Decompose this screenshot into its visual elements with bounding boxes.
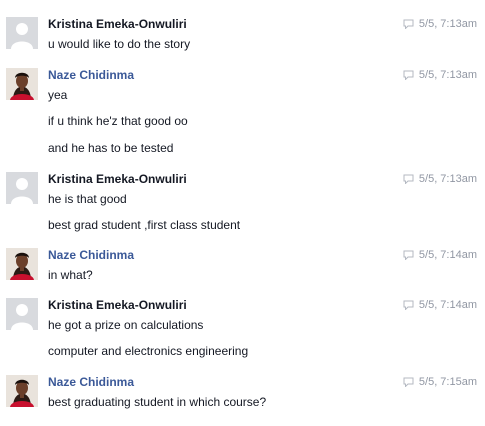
default-avatar-icon[interactable]: [6, 298, 38, 330]
message-text: computer and electronics engineering: [48, 344, 249, 358]
chat-bubble-icon: [403, 70, 414, 80]
timestamp-text: 5/5, 7:15am: [418, 376, 477, 388]
message-timestamp: 5/5, 7:15am: [403, 375, 477, 389]
default-avatar-icon[interactable]: [6, 172, 38, 204]
sender-name[interactable]: Kristina Emeka-Onwuliri: [48, 298, 187, 312]
timestamp-text: 5/5, 7:13am: [418, 173, 477, 185]
message-text: best graduating student in which course?: [48, 395, 267, 409]
message-text: best grad student ,first class student: [48, 218, 241, 232]
profile-photo-avatar-icon[interactable]: [6, 68, 38, 100]
message-text: if u think he'z that good oo: [48, 114, 188, 128]
message-timestamp: 5/5, 7:14am: [403, 248, 477, 262]
sender-name[interactable]: Kristina Emeka-Onwuliri: [48, 17, 187, 31]
timestamp-text: 5/5, 7:13am: [418, 18, 477, 30]
message-timestamp: 5/5, 7:13am: [403, 17, 477, 31]
sender-name[interactable]: Kristina Emeka-Onwuliri: [48, 172, 187, 186]
message-text: in what?: [48, 268, 93, 282]
profile-photo-avatar-icon[interactable]: [6, 248, 38, 280]
message-thread: Kristina Emeka-Onwuliri 5/5, 7:13am u wo…: [0, 0, 485, 426]
message-text: yea: [48, 88, 68, 102]
sender-name[interactable]: Naze Chidinma: [48, 248, 134, 262]
profile-photo-avatar-icon[interactable]: [6, 375, 38, 407]
timestamp-text: 5/5, 7:14am: [418, 299, 477, 311]
timestamp-text: 5/5, 7:13am: [418, 69, 477, 81]
message-text: he is that good: [48, 192, 127, 206]
chat-bubble-icon: [403, 377, 414, 387]
message-text: u would like to do the story: [48, 37, 191, 51]
chat-bubble-icon: [403, 174, 414, 184]
message-timestamp: 5/5, 7:14am: [403, 298, 477, 312]
chat-bubble-icon: [403, 19, 414, 29]
chat-bubble-icon: [403, 300, 414, 310]
message-text: and he has to be tested: [48, 141, 174, 155]
timestamp-text: 5/5, 7:14am: [418, 249, 477, 261]
default-avatar-icon[interactable]: [6, 17, 38, 49]
message-text: he got a prize on calculations: [48, 318, 204, 332]
sender-name[interactable]: Naze Chidinma: [48, 375, 134, 389]
message-timestamp: 5/5, 7:13am: [403, 172, 477, 186]
message-timestamp: 5/5, 7:13am: [403, 68, 477, 82]
chat-bubble-icon: [403, 250, 414, 260]
sender-name[interactable]: Naze Chidinma: [48, 68, 134, 82]
